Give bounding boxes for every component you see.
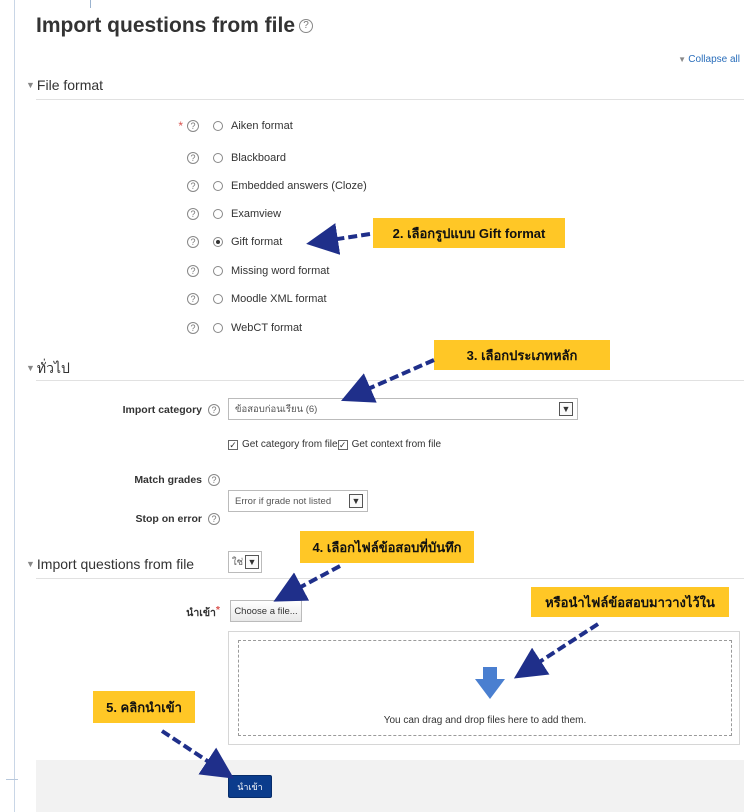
get-context-label: Get context from file: [351, 439, 442, 450]
section-general-toggle[interactable]: ▼ ทั่วไป: [26, 358, 70, 380]
format-radio[interactable]: [213, 266, 223, 276]
help-icon[interactable]: ?: [187, 265, 199, 277]
stop-on-error-label: Stop on error: [135, 513, 202, 525]
dashed-arrow-icon: [306, 223, 371, 255]
choose-file-button[interactable]: Choose a file...: [230, 600, 302, 622]
section-file-format-label: File format: [36, 77, 104, 93]
format-label: WebCT format: [231, 322, 303, 334]
format-radio[interactable]: [213, 294, 223, 304]
format-label: Missing word format: [231, 265, 330, 277]
section-divider: [36, 578, 744, 579]
collapse-all-link[interactable]: ▼ Collapse all: [678, 54, 740, 65]
chevron-down-icon: ▼: [245, 555, 259, 569]
format-radio[interactable]: [213, 323, 223, 333]
help-icon[interactable]: ?: [187, 180, 199, 192]
triangle-down-icon: ▼: [26, 80, 35, 90]
get-category-label: Get category from file: [242, 439, 338, 450]
import-submit-button[interactable]: นำเข้า: [228, 775, 272, 798]
format-label: Gift format: [231, 236, 283, 248]
help-icon[interactable]: ?: [208, 474, 220, 486]
callout-step-4: 4. เลือกไฟล์ข้อสอบที่บันทึก: [300, 531, 474, 563]
import-category-field-label: Import category ?: [60, 404, 220, 416]
context-checkbox-row: ✓ Get category from file ✓ Get context f…: [228, 439, 441, 450]
format-label: Examview: [231, 208, 282, 220]
required-mark: *: [215, 604, 220, 616]
file-dropzone[interactable]: You can drag and drop files here to add …: [228, 631, 740, 745]
format-radio[interactable]: [213, 181, 223, 191]
get-context-checkbox[interactable]: ✓: [337, 439, 348, 450]
triangle-down-icon: ▼: [26, 363, 35, 373]
format-radio[interactable]: [213, 237, 223, 247]
page-edge-tick: [6, 779, 18, 780]
import-category-value: ข้อสอบก่อนเรียน (6): [235, 403, 318, 415]
format-label: Moodle XML format: [231, 293, 327, 305]
stop-on-error-select[interactable]: ใช่ ▼: [228, 551, 262, 573]
help-icon[interactable]: ?: [187, 236, 199, 248]
format-option[interactable]: ? Missing word format: [175, 262, 329, 280]
section-divider: [36, 99, 744, 100]
match-grades-value: Error if grade not listed: [235, 495, 332, 507]
match-grades-select[interactable]: Error if grade not listed ▼: [228, 490, 368, 512]
help-icon[interactable]: ?: [208, 513, 220, 525]
page-edge-line: [14, 0, 15, 812]
help-icon[interactable]: ?: [299, 19, 314, 34]
arrow-down-icon: [475, 667, 505, 699]
match-grades-label: Match grades: [134, 474, 202, 486]
callout-drop: หรือนำไฟล์ข้อสอบมาวางไว้ใน: [531, 587, 729, 617]
format-option[interactable]: ? Examview: [175, 205, 281, 223]
dashed-arrow-icon: [341, 358, 435, 403]
section-import-file-label: Import questions from file: [36, 556, 195, 572]
format-radio[interactable]: [213, 153, 223, 163]
format-option[interactable]: ? Embedded answers (Cloze): [175, 177, 367, 195]
format-radio[interactable]: [213, 209, 223, 219]
section-file-format-toggle[interactable]: ▼ File format: [26, 77, 103, 93]
format-radio[interactable]: [213, 121, 223, 131]
format-option[interactable]: ? Gift format: [175, 233, 282, 251]
section-import-file-toggle[interactable]: ▼ Import questions from file: [26, 556, 194, 572]
help-icon[interactable]: ?: [208, 404, 220, 416]
help-icon[interactable]: ?: [187, 322, 199, 334]
dropzone-text: You can drag and drop files here to add …: [383, 715, 587, 726]
callout-step-2: 2. เลือกรูปแบบ Gift format: [373, 218, 565, 248]
chevron-down-icon: ▼: [349, 494, 363, 508]
format-option[interactable]: ? WebCT format: [175, 319, 302, 337]
callout-step-3: 3. เลือกประเภทหลัก: [434, 340, 610, 370]
dashed-arrow-icon: [273, 564, 341, 602]
collapse-all-label: Collapse all: [688, 54, 740, 65]
get-category-checkbox[interactable]: ✓: [228, 439, 238, 450]
format-label: Aiken format: [231, 120, 293, 132]
import-category-label: Import category: [122, 404, 202, 416]
file-label: นำเข้า: [186, 607, 216, 619]
help-icon[interactable]: ?: [187, 293, 199, 305]
import-category-select[interactable]: ข้อสอบก่อนเรียน (6) ▼: [228, 398, 578, 420]
dropzone-dashed-area: You can drag and drop files here to add …: [238, 640, 732, 736]
section-divider: [36, 380, 744, 381]
chevron-down-icon: ▼: [559, 402, 573, 416]
help-icon[interactable]: ?: [187, 120, 199, 132]
section-general-label: ทั่วไป: [36, 360, 70, 376]
help-icon[interactable]: ?: [187, 208, 199, 220]
page-top-tick: [90, 0, 91, 8]
triangle-down-icon: ▼: [26, 559, 35, 569]
required-mark: *: [178, 119, 183, 133]
match-grades-field-label: Match grades ?: [60, 474, 220, 486]
format-option[interactable]: ? Moodle XML format: [175, 290, 327, 308]
help-icon[interactable]: ?: [187, 152, 199, 164]
form-footer: [36, 760, 744, 812]
stop-on-error-value: ใช่: [232, 556, 244, 568]
file-field-label: นำเข้า *: [120, 604, 220, 621]
page-title: Import questions from file?: [36, 14, 314, 38]
page-title-text: Import questions from file: [36, 14, 296, 37]
format-option[interactable]: ? Blackboard: [175, 149, 286, 167]
stop-on-error-field-label: Stop on error ?: [60, 513, 220, 525]
callout-step-5: 5. คลิกนำเข้า: [93, 691, 195, 723]
triangle-down-icon: ▼: [678, 55, 689, 64]
format-label: Blackboard: [231, 152, 287, 164]
format-option[interactable]: *? Aiken format: [175, 117, 293, 135]
format-label: Embedded answers (Cloze): [231, 180, 367, 192]
